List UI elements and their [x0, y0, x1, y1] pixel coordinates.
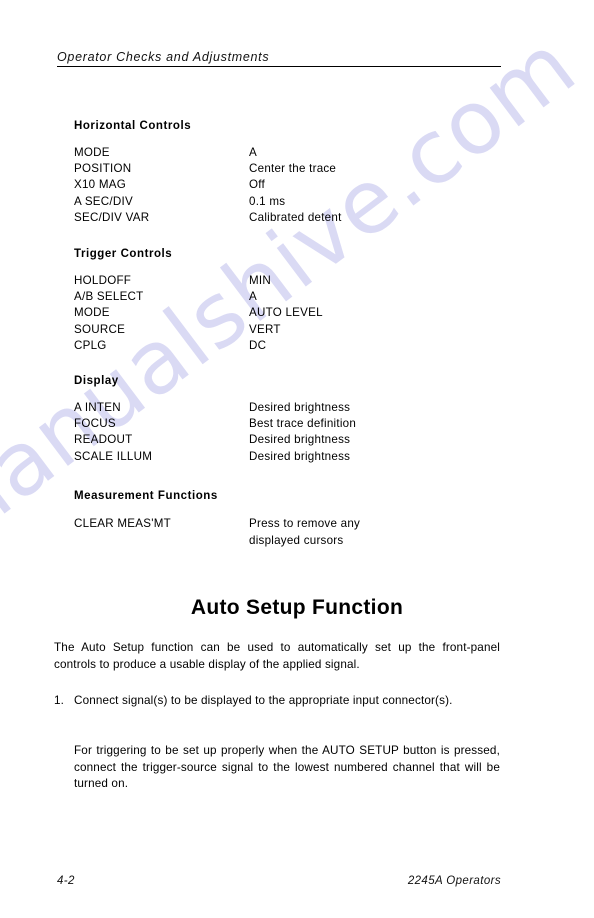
- spec-value-line-1: Press to remove any: [249, 517, 361, 530]
- spec-row: HOLDOFF MIN: [74, 273, 514, 289]
- spec-value: MIN: [249, 274, 272, 287]
- list-item: 1. Connect signal(s) to be displayed to …: [54, 693, 500, 710]
- spec-value: Press to remove any displayed cursors: [249, 515, 514, 549]
- spec-row: CPLG DC: [74, 338, 514, 354]
- spec-row: A SEC/DIV 0.1 ms: [74, 194, 514, 210]
- control-group-trigger: Trigger Controls HOLDOFF MIN A/B SELECT …: [74, 248, 514, 354]
- spec-value: Desired brightness: [249, 449, 351, 463]
- spec-row: X10 MAG Off: [74, 177, 514, 193]
- spec-label: MODE: [74, 146, 110, 159]
- spec-value-line-2: displayed cursors: [249, 534, 344, 547]
- spec-row: CLEAR MEAS'MT Press to remove any displa…: [74, 515, 514, 549]
- spec-label: CPLG: [74, 338, 107, 352]
- spec-label: SOURCE: [74, 322, 126, 336]
- spec-label: FOCUS: [74, 417, 116, 431]
- spec-row: MODE AUTO LEVEL: [74, 305, 514, 321]
- spec-value: VERT: [249, 322, 281, 336]
- footer-document-title: 2245A Operators: [407, 875, 501, 887]
- spec-row: MODE A: [74, 145, 514, 161]
- intro-paragraph: The Auto Setup function can be used to a…: [54, 641, 500, 671]
- spec-label: A INTEN: [74, 401, 121, 414]
- spec-value: Calibrated detent: [249, 210, 342, 224]
- spec-label: SEC/DIV VAR: [74, 210, 150, 224]
- spec-value: Off: [249, 178, 266, 192]
- group-title: Display: [74, 375, 119, 387]
- control-group-display: Display A INTEN Desired brightness FOCUS…: [74, 375, 514, 465]
- spec-value: 0.1 ms: [249, 194, 286, 208]
- spec-value: Desired brightness: [249, 433, 351, 447]
- spec-row: A/B SELECT A: [74, 289, 514, 305]
- spec-label: CLEAR MEAS'MT: [74, 517, 171, 530]
- spec-row: FOCUS Best trace definition: [74, 416, 514, 432]
- spec-value: AUTO LEVEL: [249, 306, 323, 320]
- spec-value: Center the trace: [249, 162, 337, 176]
- running-head-rule: [57, 66, 501, 67]
- spec-row: SCALE ILLUM Desired brightness: [74, 449, 514, 465]
- spec-value: A: [249, 146, 257, 159]
- spec-row: READOUT Desired brightness: [74, 432, 514, 448]
- spec-value: DC: [249, 338, 267, 352]
- section-heading: Auto Setup Function: [190, 596, 404, 619]
- spec-label: HOLDOFF: [74, 274, 132, 287]
- page-content: Operator Checks and Adjustments Horizont…: [0, 0, 594, 918]
- spec-label: MODE: [74, 306, 110, 320]
- spec-label: READOUT: [74, 433, 133, 447]
- spec-value: Best trace definition: [249, 417, 357, 431]
- running-head: Operator Checks and Adjustments: [57, 50, 501, 67]
- page-footer: 4-2 2245A Operators: [57, 875, 501, 887]
- spec-label: POSITION: [74, 162, 132, 176]
- spec-value: A: [249, 290, 257, 304]
- footer-page-number: 4-2: [57, 875, 75, 887]
- group-title: Measurement Functions: [74, 490, 218, 502]
- group-title: Trigger Controls: [74, 248, 173, 260]
- group-title: Horizontal Controls: [74, 120, 192, 132]
- spec-label: A/B SELECT: [74, 290, 144, 304]
- control-group-horizontal: Horizontal Controls MODE A POSITION Cent…: [74, 120, 514, 226]
- spec-row: SOURCE VERT: [74, 322, 514, 338]
- spec-label: X10 MAG: [74, 178, 127, 192]
- list-item-text: Connect signal(s) to be displayed to the…: [74, 694, 453, 707]
- list-item-number: 1.: [54, 694, 65, 707]
- running-head-title: Operator Checks and Adjustments: [57, 50, 270, 64]
- spec-row: A INTEN Desired brightness: [74, 400, 514, 416]
- spec-label: A SEC/DIV: [74, 194, 133, 208]
- document-page: manualshive.com Operator Checks and Adju…: [0, 0, 594, 918]
- spec-row: SEC/DIV VAR Calibrated detent: [74, 210, 514, 226]
- spec-row: POSITION Center the trace: [74, 161, 514, 177]
- note-paragraph: For triggering to be set up properly whe…: [74, 744, 500, 790]
- spec-label: SCALE ILLUM: [74, 449, 153, 463]
- spec-value: Desired brightness: [249, 401, 351, 414]
- control-group-measurement-functions: Measurement Functions CLEAR MEAS'MT Pres…: [74, 490, 514, 549]
